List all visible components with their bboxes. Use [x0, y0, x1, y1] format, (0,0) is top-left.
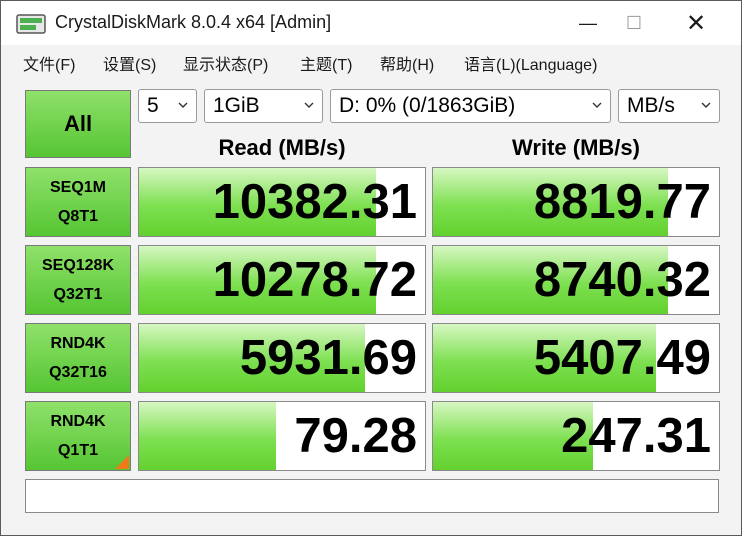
- menu-settings[interactable]: 设置(S): [103, 51, 156, 75]
- write-result-rnd4k-q1t1: 247.31: [432, 401, 720, 471]
- title-bar[interactable]: CrystalDiskMark 8.0.4 x64 [Admin] — ☐ ✕: [1, 1, 741, 45]
- write-result-seq1m: 8819.77: [432, 167, 720, 237]
- disk-app-icon: [16, 14, 46, 34]
- count-value: 5: [147, 94, 159, 117]
- read-header: Read (MB/s): [218, 135, 346, 160]
- drive-value: D: 0% (0/1863GiB): [339, 94, 516, 117]
- menu-file[interactable]: 文件(F): [23, 51, 75, 75]
- test-label-line1: SEQ128K: [41, 257, 115, 274]
- app-window: CrystalDiskMark 8.0.4 x64 [Admin] — ☐ ✕ …: [0, 0, 742, 536]
- minimize-button[interactable]: —: [565, 1, 611, 45]
- read-value: 5931.69: [239, 331, 417, 385]
- comment-input[interactable]: [25, 479, 719, 513]
- test-button-seq1m-q8t1[interactable]: SEQ1M Q8T1: [25, 167, 131, 237]
- menu-bar: 文件(F) 设置(S) 显示状态(P) 主题(T) 帮助(H) 语言(L)(La…: [1, 45, 741, 77]
- test-button-rnd4k-q32t16[interactable]: RND4K Q32T16: [25, 323, 131, 393]
- write-value: 8740.32: [533, 253, 711, 307]
- size-select[interactable]: 1GiB: [204, 89, 323, 123]
- read-result-rnd4k-q1t1: 79.28: [138, 401, 426, 471]
- write-result-rnd4k-q32t16: 5407.49: [432, 323, 720, 393]
- main-panel: All 5 1GiB D: 0% (0/1863GiB) MB/s Read (…: [1, 79, 741, 535]
- read-bar: [139, 402, 277, 470]
- corner-marker-icon: [115, 455, 129, 469]
- read-result-seq128k: 10278.72: [138, 245, 426, 315]
- unit-value: MB/s: [627, 94, 675, 117]
- test-label-line2: Q1T1: [57, 442, 98, 459]
- write-result-seq128k: 8740.32: [432, 245, 720, 315]
- test-button-seq128k-q32t1[interactable]: SEQ128K Q32T1: [25, 245, 131, 315]
- test-label-line2: Q32T1: [53, 286, 103, 303]
- unit-select[interactable]: MB/s: [618, 89, 720, 123]
- test-label-line2: Q32T16: [49, 364, 107, 381]
- menu-language[interactable]: 语言(L)(Language): [464, 51, 597, 75]
- maximize-button[interactable]: ☐: [611, 1, 657, 45]
- close-button[interactable]: ✕: [673, 1, 719, 45]
- read-value: 10278.72: [212, 253, 417, 307]
- chevron-down-icon: [304, 102, 314, 108]
- window-title: CrystalDiskMark 8.0.4 x64 [Admin]: [55, 12, 332, 32]
- write-header: Write (MB/s): [512, 135, 640, 160]
- all-button[interactable]: All: [25, 90, 131, 158]
- read-result-seq1m: 10382.31: [138, 167, 426, 237]
- count-select[interactable]: 5: [138, 89, 197, 123]
- write-value: 247.31: [561, 409, 711, 463]
- size-value: 1GiB: [213, 94, 260, 117]
- test-label-line1: RND4K: [50, 335, 106, 352]
- test-label-line1: RND4K: [50, 413, 106, 430]
- drive-select[interactable]: D: 0% (0/1863GiB): [330, 89, 611, 123]
- test-button-rnd4k-q1t1[interactable]: RND4K Q1T1: [25, 401, 131, 471]
- write-value: 5407.49: [533, 331, 711, 385]
- chevron-down-icon: [178, 102, 188, 108]
- test-label-line1: SEQ1M: [49, 179, 106, 196]
- chevron-down-icon: [701, 102, 711, 108]
- read-value: 10382.31: [212, 175, 417, 229]
- chevron-down-icon: [592, 102, 602, 108]
- read-result-rnd4k-q32t16: 5931.69: [138, 323, 426, 393]
- read-value: 79.28: [294, 409, 417, 463]
- menu-theme[interactable]: 主题(T): [300, 51, 352, 75]
- test-label-line2: Q8T1: [57, 208, 98, 225]
- menu-help[interactable]: 帮助(H): [380, 51, 434, 75]
- write-value: 8819.77: [533, 175, 711, 229]
- menu-profile[interactable]: 显示状态(P): [183, 51, 268, 75]
